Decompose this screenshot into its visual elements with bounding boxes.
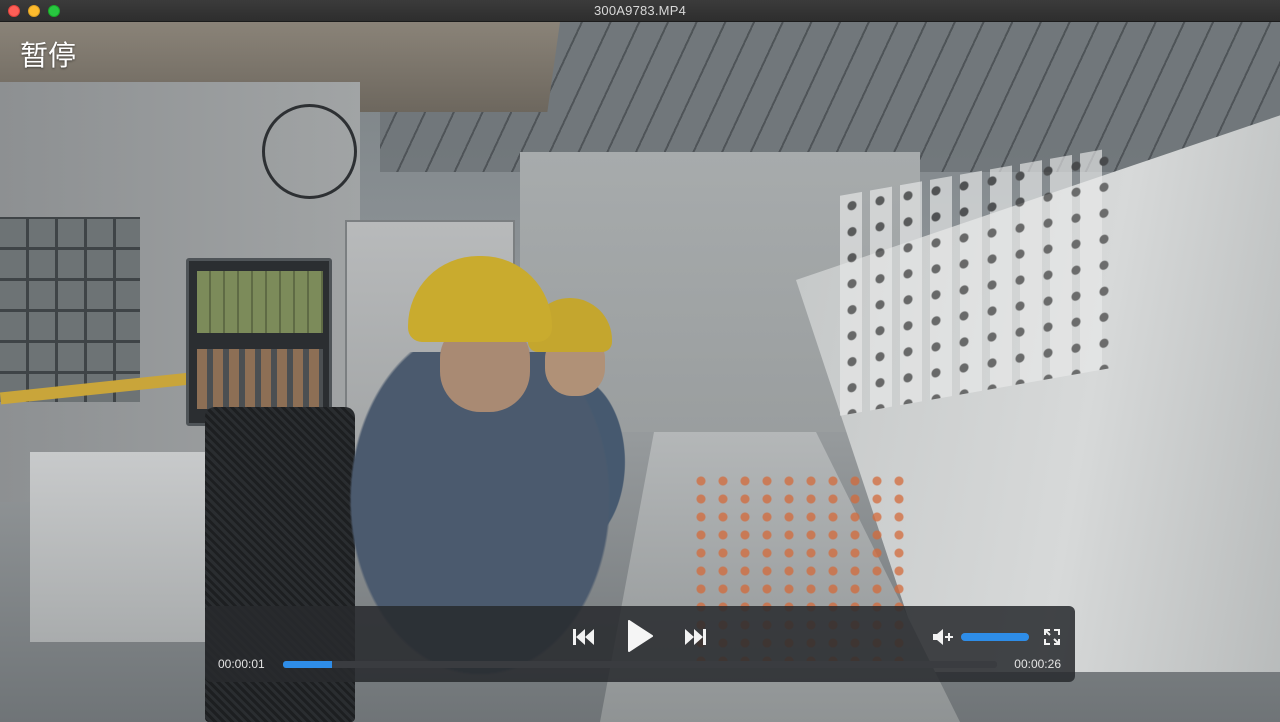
fullscreen-icon: [1044, 629, 1060, 645]
current-time: 00:00:01: [218, 657, 265, 671]
seek-bar-fill: [283, 661, 332, 668]
paused-status-label: 暂停: [20, 40, 77, 71]
volume-button[interactable]: [932, 626, 954, 648]
volume-icon: [933, 629, 953, 645]
next-button[interactable]: [683, 625, 707, 649]
video-scene-window: [0, 217, 140, 402]
seek-bar[interactable]: [283, 661, 997, 668]
skip-back-icon: [573, 629, 594, 645]
window-title: 300A9783.MP4: [593, 3, 687, 18]
fullscreen-button[interactable]: [1043, 628, 1061, 646]
total-duration: 00:00:26: [1014, 657, 1061, 671]
play-button[interactable]: [623, 618, 657, 654]
volume-slider[interactable]: [961, 633, 1029, 641]
volume-slider-fill: [961, 633, 1029, 641]
playback-control-bar: 00:00:01 00:00:26: [205, 606, 1075, 682]
title-bar[interactable]: 300A9783.MP4: [0, 0, 1280, 22]
video-player-window: 300A9783.MP4 暂停 00:00:01 00:00:26: [0, 0, 1280, 722]
video-scene-fan: [262, 104, 357, 199]
skip-forward-icon: [685, 629, 706, 645]
video-scene-monitor: [186, 258, 332, 426]
play-icon: [628, 620, 653, 652]
previous-button[interactable]: [572, 625, 596, 649]
